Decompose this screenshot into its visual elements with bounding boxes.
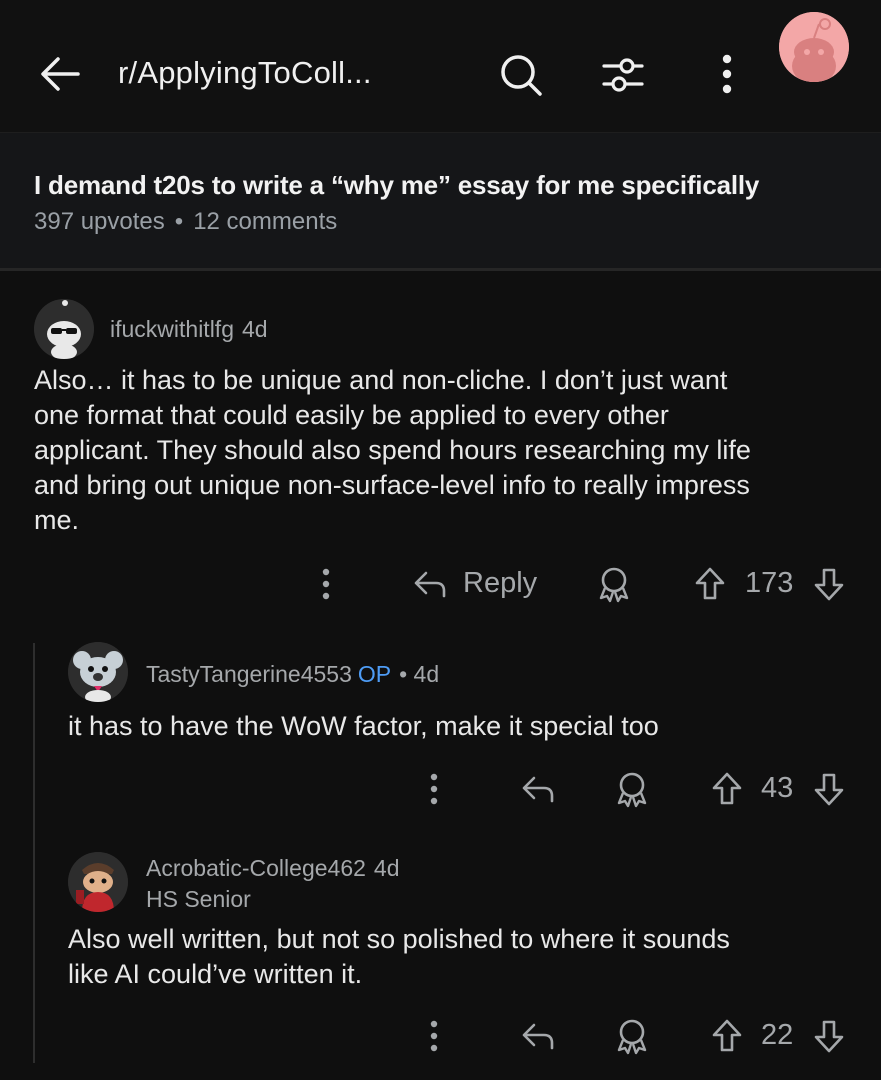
comment-line: Also well written, but not so polished t… <box>68 924 730 954</box>
avatar[interactable] <box>68 642 128 702</box>
comment-line: me. <box>34 505 80 535</box>
more-vertical-icon <box>722 54 732 94</box>
award-button[interactable] <box>612 1016 652 1056</box>
back-button[interactable] <box>36 50 84 98</box>
thread-line[interactable] <box>33 643 35 1063</box>
comment-age: • 4d <box>399 661 440 687</box>
more-vertical-icon <box>430 1020 438 1052</box>
upvote-arrow-icon <box>712 1019 742 1052</box>
comment-age: 4d <box>373 855 400 881</box>
more-vertical-icon <box>430 773 438 805</box>
op-badge: OP <box>357 661 392 687</box>
snoo-sunglasses-icon <box>34 299 94 359</box>
username[interactable]: TastyTangerine4553 <box>146 661 352 687</box>
comment-more-button[interactable] <box>308 566 344 602</box>
filter-button[interactable] <box>598 50 648 100</box>
award-button[interactable] <box>612 769 652 809</box>
award-icon <box>599 567 629 603</box>
post-title[interactable]: I demand t20s to write a “why me” essay … <box>34 170 759 201</box>
downvote-button[interactable] <box>811 1016 847 1056</box>
upvote-button[interactable] <box>709 769 745 809</box>
reply-button[interactable] <box>518 1018 558 1054</box>
comment-line: one format that could easily be applied … <box>34 400 669 430</box>
comment-author[interactable]: TastyTangerine4553 OP • 4d <box>146 661 439 688</box>
post-divider <box>0 268 881 271</box>
arrow-left-icon <box>41 57 80 91</box>
avatar[interactable] <box>34 299 94 359</box>
upvote-button[interactable] <box>692 564 728 604</box>
comment-author[interactable]: Acrobatic-College462 4d <box>146 855 400 882</box>
comment-line: Also… it has to be unique and non-cliche… <box>34 365 728 395</box>
post-meta: 397 upvotes • 12 comments <box>34 208 337 236</box>
comment-line: like AI could’ve written it. <box>68 959 363 989</box>
more-vertical-icon <box>322 568 330 600</box>
downvote-button[interactable] <box>811 769 847 809</box>
comment-line: and bring out unique non-surface-level i… <box>34 470 750 500</box>
user-avatar[interactable] <box>779 12 849 82</box>
meta-separator: • <box>174 208 184 235</box>
comment-line: it has to have the WoW factor, make it s… <box>68 711 659 741</box>
upvote-arrow-icon <box>712 772 742 805</box>
reply-button[interactable] <box>518 771 558 807</box>
comment-line: applicant. They should also spend hours … <box>34 435 751 465</box>
downvote-arrow-icon <box>814 568 844 601</box>
username[interactable]: ifuckwithitlfg <box>110 316 234 342</box>
more-options-button[interactable] <box>704 50 750 100</box>
reddit-avatar-icon <box>779 12 849 82</box>
comment-age: 4d <box>241 316 268 342</box>
search-icon <box>501 55 542 96</box>
upvote-button[interactable] <box>709 1016 745 1056</box>
comment-more-button[interactable] <box>416 1018 452 1054</box>
user-flair: HS Senior <box>146 886 251 912</box>
award-button[interactable] <box>594 564 634 604</box>
comment-more-button[interactable] <box>416 771 452 807</box>
downvote-button[interactable] <box>811 564 847 604</box>
reply-arrow-icon <box>522 776 554 803</box>
comment-body: Also… it has to be unique and non-cliche… <box>34 363 751 538</box>
upvote-arrow-icon <box>695 567 725 600</box>
comment-count: 12 comments <box>193 208 338 235</box>
username[interactable]: Acrobatic-College462 <box>146 855 366 881</box>
vote-score: 43 <box>761 772 794 804</box>
downvote-arrow-icon <box>814 773 844 806</box>
comment-body: Also well written, but not so polished t… <box>68 922 730 992</box>
search-button[interactable] <box>496 50 546 100</box>
subreddit-name[interactable]: r/ApplyingToColl... <box>118 55 372 91</box>
reply-label[interactable]: Reply <box>463 567 537 600</box>
snoo-koala-icon <box>68 642 128 702</box>
vote-score: 173 <box>745 567 794 599</box>
upvote-count: 397 upvotes <box>34 208 165 235</box>
vote-score: 22 <box>761 1019 794 1051</box>
downvote-arrow-icon <box>814 1020 844 1053</box>
comment-body: it has to have the WoW factor, make it s… <box>68 709 659 744</box>
snoo-red-outfit-icon <box>68 852 128 912</box>
award-icon <box>617 1019 647 1055</box>
comment-author[interactable]: ifuckwithitlfg 4d <box>110 316 268 343</box>
reply-arrow-icon <box>414 571 446 598</box>
filter-icon <box>602 58 644 92</box>
reply-button[interactable] <box>410 566 450 602</box>
avatar[interactable] <box>68 852 128 912</box>
award-icon <box>617 772 647 808</box>
reply-arrow-icon <box>522 1023 554 1050</box>
